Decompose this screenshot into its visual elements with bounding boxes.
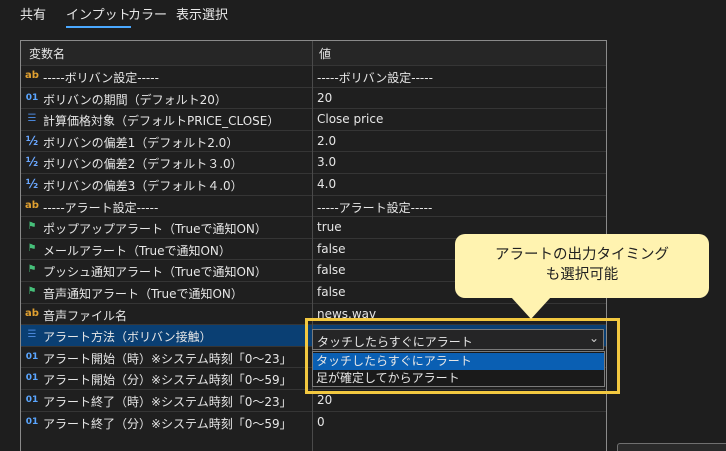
param-row[interactable]: 01 アラート終了（分）※システム時刻「0〜59」 0	[21, 410, 606, 433]
tab-inputs[interactable]: インプット	[66, 6, 131, 28]
enum-type-icon: ☰	[27, 113, 37, 125]
ok-button[interactable]	[617, 443, 726, 451]
param-row[interactable]: 01 ボリバンの期間（デフォルト20） 20	[21, 86, 606, 109]
param-name: アラート開始（分）※システム時刻「0〜59」	[43, 373, 292, 388]
tab-visualization[interactable]: 表示選択	[176, 6, 228, 28]
param-row[interactable]: ☰ 計算価格対象（デフォルトPRICE_CLOSE） Close price	[21, 108, 606, 130]
param-value[interactable]: false	[317, 285, 346, 299]
param-name: プッシュ通知アラート（Trueで通知ON）	[43, 265, 267, 280]
param-name: ポップアップアラート（Trueで通知ON）	[43, 222, 267, 237]
bool-type-icon: ⚑	[27, 242, 37, 254]
param-name: ボリバンの偏差3（デフォルト４.0）	[43, 179, 243, 193]
param-row[interactable]: ½ ボリバンの偏差1（デフォルト2.0） 2.0	[21, 129, 606, 152]
double-type-icon: ½	[25, 155, 39, 170]
param-name: アラート終了（分）※システム時刻「0〜59」	[43, 416, 292, 431]
callout-line-2: も選択可能	[545, 267, 619, 283]
param-name: ボリバンの期間（デフォルト20）	[43, 92, 227, 107]
double-type-icon: ½	[25, 177, 39, 191]
param-name: メールアラート（Trueで通知ON）	[43, 243, 231, 258]
integer-type-icon: 01	[25, 416, 39, 427]
param-name: アラート終了（時）※システム時刻「0〜23」	[43, 395, 292, 409]
integer-type-icon: 01	[25, 395, 39, 405]
param-value[interactable]: 3.0	[317, 155, 336, 169]
param-value[interactable]: -----アラート設定-----	[317, 199, 432, 216]
param-name: 音声ファイル名	[43, 308, 128, 323]
tab-bar: 共有 インプット カラー 表示選択	[0, 0, 726, 32]
param-name: -----アラート設定-----	[43, 200, 159, 215]
param-value[interactable]: 0	[317, 415, 325, 429]
param-name: ボリバンの偏差2（デフォルト３.0）	[43, 157, 243, 172]
param-name: 音声通知アラート（Trueで通知ON）	[43, 287, 243, 301]
param-row[interactable]: ab -----アラート設定----- -----アラート設定-----	[21, 194, 606, 217]
param-value[interactable]: 20	[317, 91, 332, 105]
param-value[interactable]: 2.0	[317, 134, 336, 148]
text-type-icon: ab	[25, 70, 39, 81]
param-row[interactable]: ab -----ボリバン設定----- -----ボリバン設定-----	[21, 65, 606, 87]
callout-line-1: アラートの出力タイミング	[495, 247, 669, 263]
highlight-frame	[305, 318, 620, 394]
param-value[interactable]: 20	[317, 393, 332, 407]
param-name: -----ボリバン設定-----	[43, 71, 159, 85]
tab-share[interactable]: 共有	[20, 6, 46, 28]
param-name: アラート開始（時）※システム時刻「0〜23」	[43, 351, 292, 366]
param-value[interactable]: -----ボリバン設定-----	[317, 69, 433, 86]
param-name: ボリバンの偏差1（デフォルト2.0）	[43, 135, 239, 150]
param-value[interactable]: true	[317, 220, 342, 234]
annotation-callout: アラートの出力タイミング も選択可能	[455, 234, 709, 319]
integer-type-icon: 01	[25, 92, 39, 103]
param-row[interactable]: ½ ボリバンの偏差2（デフォルト３.0） 3.0	[21, 151, 606, 173]
param-value[interactable]: false	[317, 242, 346, 256]
tab-colors[interactable]: カラー	[128, 6, 167, 28]
text-type-icon: ab	[25, 307, 39, 319]
param-value[interactable]: false	[317, 263, 346, 277]
bool-type-icon: ⚑	[27, 264, 37, 276]
integer-type-icon: 01	[25, 373, 39, 384]
enum-type-icon: ☰	[27, 329, 37, 341]
param-value[interactable]: 4.0	[317, 177, 336, 191]
header-variable: 変数名	[29, 47, 66, 61]
param-name: 計算価格対象（デフォルトPRICE_CLOSE）	[43, 114, 280, 129]
bool-type-icon: ⚑	[27, 221, 37, 233]
bool-type-icon: ⚑	[27, 286, 37, 297]
text-type-icon: ab	[25, 199, 39, 211]
integer-type-icon: 01	[25, 351, 39, 362]
header-value: 値	[319, 47, 332, 61]
grid-header: 変数名 値	[21, 41, 606, 65]
param-name: アラート方法（ボリバン接触）	[43, 330, 212, 345]
double-type-icon: ½	[25, 133, 39, 148]
param-value[interactable]: Close price	[317, 112, 383, 126]
callout-pointer	[511, 297, 551, 319]
param-row[interactable]: ½ ボリバンの偏差3（デフォルト４.0） 4.0	[21, 173, 606, 195]
